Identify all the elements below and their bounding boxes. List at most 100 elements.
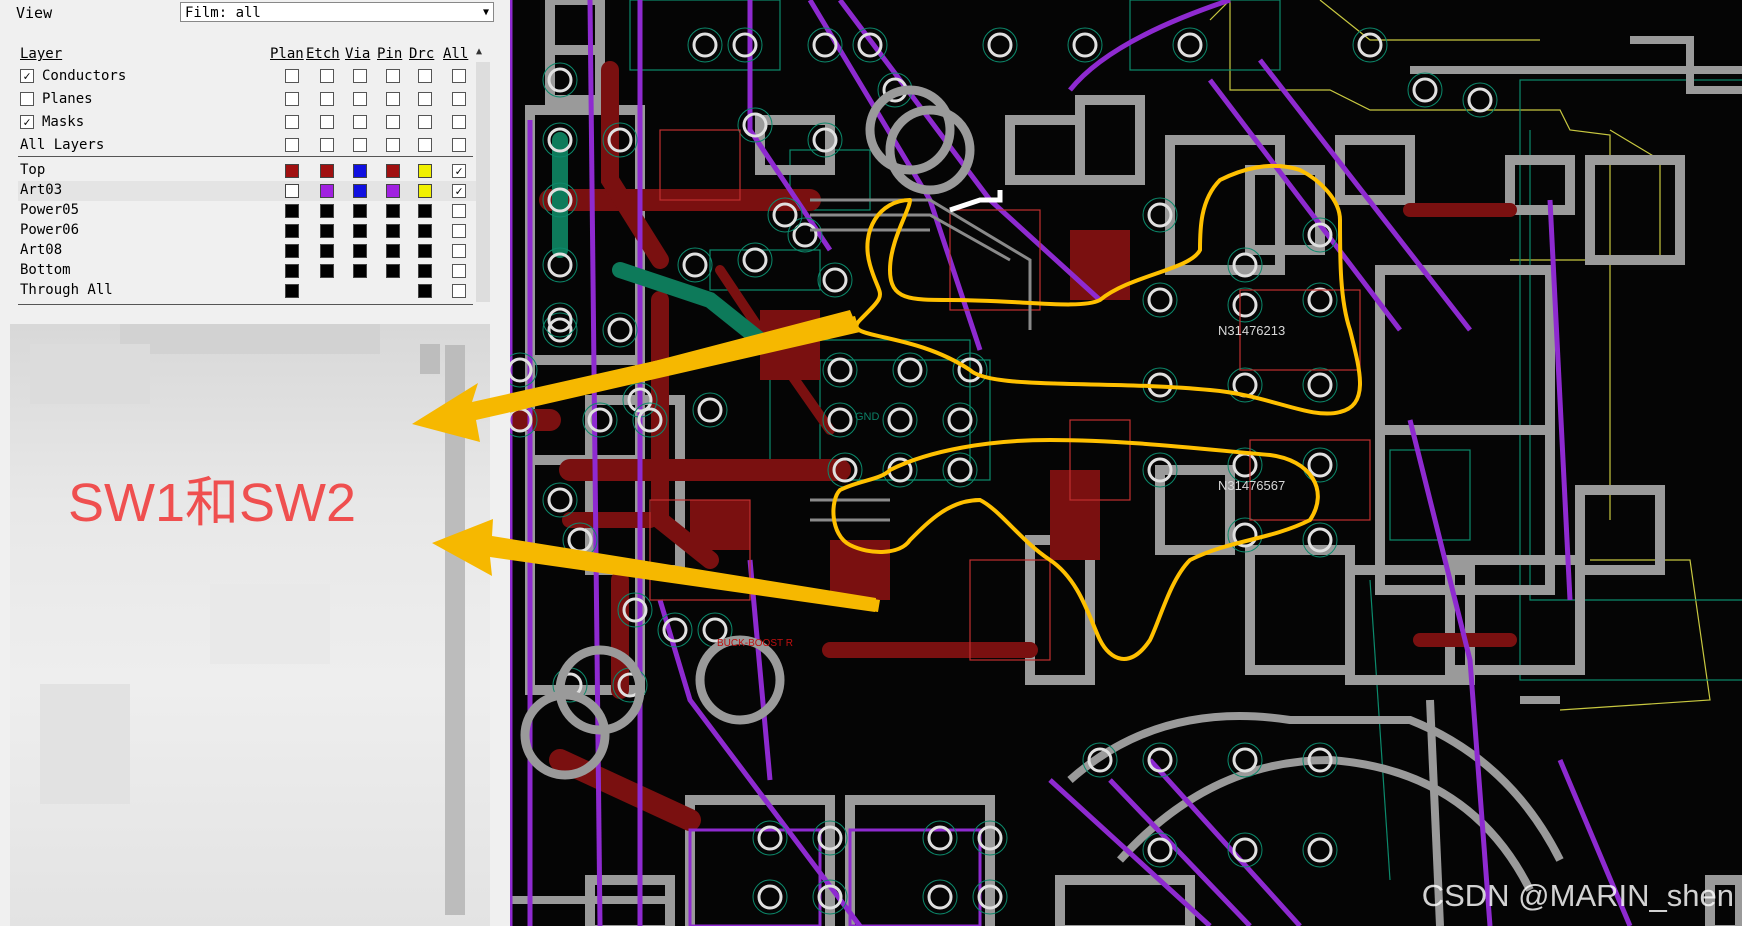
visibility-checkbox[interactable] (285, 115, 299, 129)
color-swatch[interactable] (386, 224, 400, 238)
blurred-region (10, 324, 490, 926)
group-row-conductors: ✓ Conductors (18, 67, 476, 87)
col-header-all: All (443, 46, 469, 62)
color-swatch-empty[interactable] (285, 184, 299, 198)
color-swatch[interactable] (320, 184, 334, 198)
annotation-arrows (510, 310, 880, 612)
all-checkbox[interactable]: ✓ (452, 164, 466, 178)
visibility-checkbox[interactable] (452, 92, 466, 106)
visibility-checkbox[interactable] (353, 115, 367, 129)
visibility-checkbox[interactable] (320, 115, 334, 129)
visibility-checkbox[interactable] (353, 138, 367, 152)
layer-label: Power06 (20, 222, 80, 238)
visibility-checkbox[interactable] (353, 92, 367, 106)
pcb-canvas[interactable]: N31476213 N31476567 GND BUCK-BOOST R CSD… (510, 0, 1742, 926)
color-swatch[interactable] (320, 164, 334, 178)
color-swatch[interactable] (386, 204, 400, 218)
layer-row-power06[interactable]: Power06 (18, 221, 476, 241)
visibility-checkbox[interactable] (285, 69, 299, 83)
col-header-layer: Layer (20, 46, 63, 62)
scroll-up-icon[interactable]: ▲ (476, 46, 482, 57)
group-checkbox[interactable]: ✓ (20, 69, 34, 83)
visibility-checkbox[interactable] (285, 92, 299, 106)
visibility-checkbox[interactable] (452, 69, 466, 83)
color-swatch[interactable] (285, 284, 299, 298)
visibility-checkbox[interactable] (418, 138, 432, 152)
view-row: View Film: all ▼ (0, 0, 510, 26)
color-swatch[interactable] (285, 164, 299, 178)
film-select[interactable]: Film: all ▼ (180, 2, 494, 22)
visibility-checkbox[interactable] (386, 92, 400, 106)
layer-row-top[interactable]: Top ✓ (18, 161, 476, 181)
watermark: CSDN @MARIN_shen (1421, 878, 1734, 913)
group-checkbox[interactable] (20, 92, 34, 106)
group-label: Masks (42, 114, 85, 130)
color-swatch[interactable] (353, 264, 367, 278)
layer-label: Art03 (20, 182, 63, 198)
color-swatch[interactable] (285, 224, 299, 238)
color-swatch[interactable] (353, 204, 367, 218)
all-checkbox[interactable] (452, 284, 466, 298)
visibility-checkbox[interactable] (320, 92, 334, 106)
visibility-checkbox[interactable] (452, 138, 466, 152)
visibility-checkbox[interactable] (353, 69, 367, 83)
layer-label: Power05 (20, 202, 80, 218)
color-swatch[interactable] (418, 224, 432, 238)
separator (18, 304, 473, 305)
visibility-checkbox[interactable] (285, 138, 299, 152)
color-swatch[interactable] (353, 224, 367, 238)
layer-row-art03[interactable]: Art03 ✓ (18, 181, 476, 201)
arrow-upper (510, 310, 855, 413)
group-label: Conductors (42, 68, 127, 84)
layer-grid-header: Layer Plan Etch Via Pin Drc All (0, 46, 480, 64)
separator (18, 156, 473, 157)
color-swatch[interactable] (418, 184, 432, 198)
all-checkbox[interactable] (452, 224, 466, 238)
color-swatch[interactable] (353, 184, 367, 198)
all-checkbox[interactable] (452, 244, 466, 258)
color-swatch[interactable] (418, 264, 432, 278)
color-swatch[interactable] (418, 204, 432, 218)
group-row-masks: ✓ Masks (18, 113, 476, 133)
color-swatch[interactable] (418, 284, 432, 298)
visibility-checkbox[interactable] (386, 69, 400, 83)
layer-label: Top (20, 162, 46, 178)
color-swatch[interactable] (418, 244, 432, 258)
visibility-checkbox[interactable] (386, 115, 400, 129)
visibility-checkbox[interactable] (452, 115, 466, 129)
color-swatch[interactable] (320, 224, 334, 238)
all-checkbox[interactable] (452, 264, 466, 278)
group-row-planes: Planes (18, 90, 476, 110)
color-swatch[interactable] (320, 204, 334, 218)
color-swatch[interactable] (418, 164, 432, 178)
layer-row-bottom[interactable]: Bottom (18, 261, 476, 281)
col-header-etch: Etch (306, 46, 340, 62)
layer-row-through-all[interactable]: Through All (18, 281, 476, 301)
color-swatch[interactable] (320, 244, 334, 258)
visibility-checkbox[interactable] (386, 138, 400, 152)
panel-scrollbar[interactable] (476, 62, 490, 302)
visibility-checkbox[interactable] (418, 92, 432, 106)
group-checkbox[interactable]: ✓ (20, 115, 34, 129)
color-swatch[interactable] (386, 264, 400, 278)
blurred-scrollbar (445, 345, 465, 915)
visibility-checkbox[interactable] (320, 138, 334, 152)
chevron-down-icon: ▼ (482, 7, 489, 18)
color-swatch[interactable] (353, 164, 367, 178)
color-swatch[interactable] (285, 264, 299, 278)
color-swatch[interactable] (285, 204, 299, 218)
color-swatch[interactable] (285, 244, 299, 258)
visibility-checkbox[interactable] (418, 69, 432, 83)
color-swatch[interactable] (386, 164, 400, 178)
all-checkbox[interactable] (452, 204, 466, 218)
color-swatch[interactable] (386, 244, 400, 258)
layer-row-art08[interactable]: Art08 (18, 241, 476, 261)
visibility-checkbox[interactable] (418, 115, 432, 129)
all-checkbox[interactable]: ✓ (452, 184, 466, 198)
color-swatch[interactable] (320, 264, 334, 278)
visibility-checkbox[interactable] (320, 69, 334, 83)
group-row-all-layers: All Layers (18, 136, 476, 156)
layer-row-power05[interactable]: Power05 (18, 201, 476, 221)
color-swatch[interactable] (386, 184, 400, 198)
color-swatch[interactable] (353, 244, 367, 258)
